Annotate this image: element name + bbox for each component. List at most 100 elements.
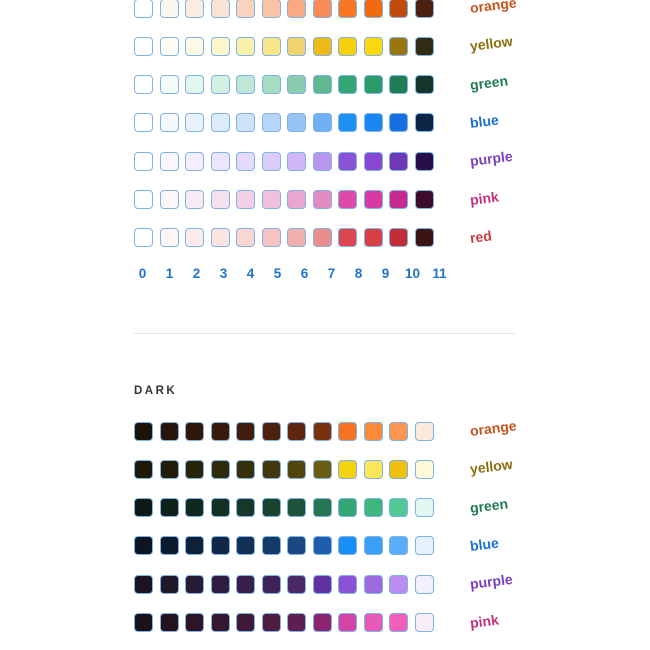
color-swatch[interactable] xyxy=(236,0,255,18)
color-swatch[interactable] xyxy=(159,613,179,632)
color-swatch[interactable] xyxy=(363,574,383,594)
color-swatch[interactable] xyxy=(312,151,332,171)
color-swatch[interactable] xyxy=(261,36,281,56)
color-swatch[interactable] xyxy=(312,36,332,56)
color-swatch[interactable] xyxy=(134,613,153,632)
color-swatch[interactable] xyxy=(236,613,255,632)
color-swatch[interactable] xyxy=(414,613,434,632)
color-swatch[interactable] xyxy=(134,574,153,594)
color-swatch[interactable] xyxy=(338,613,357,632)
color-swatch[interactable] xyxy=(389,151,408,171)
color-swatch[interactable] xyxy=(236,498,255,518)
color-swatch[interactable] xyxy=(287,228,306,248)
color-swatch[interactable] xyxy=(134,459,153,479)
color-swatch[interactable] xyxy=(236,113,255,133)
color-swatch[interactable] xyxy=(261,113,281,133)
color-swatch[interactable] xyxy=(261,151,281,171)
color-swatch[interactable] xyxy=(338,536,357,556)
color-swatch[interactable] xyxy=(159,113,179,133)
color-swatch[interactable] xyxy=(312,536,332,556)
color-swatch[interactable] xyxy=(134,113,153,133)
color-swatch[interactable] xyxy=(236,36,255,56)
color-swatch[interactable] xyxy=(185,190,204,209)
color-swatch[interactable] xyxy=(185,498,204,518)
color-swatch[interactable] xyxy=(414,75,434,95)
color-swatch[interactable] xyxy=(261,498,281,518)
color-swatch[interactable] xyxy=(134,36,153,56)
color-swatch[interactable] xyxy=(210,574,230,594)
color-swatch[interactable] xyxy=(312,190,332,209)
color-swatch[interactable] xyxy=(363,36,383,56)
color-swatch[interactable] xyxy=(389,459,408,479)
color-swatch[interactable] xyxy=(338,0,357,18)
color-swatch[interactable] xyxy=(159,151,179,171)
color-swatch[interactable] xyxy=(312,113,332,133)
color-swatch[interactable] xyxy=(261,459,281,479)
color-swatch[interactable] xyxy=(363,75,383,95)
color-swatch[interactable] xyxy=(261,75,281,95)
color-swatch[interactable] xyxy=(185,459,204,479)
color-swatch[interactable] xyxy=(261,613,281,632)
color-swatch[interactable] xyxy=(338,459,357,479)
color-swatch[interactable] xyxy=(287,0,306,18)
color-swatch[interactable] xyxy=(134,421,153,441)
color-swatch[interactable] xyxy=(389,0,408,18)
color-swatch[interactable] xyxy=(338,421,357,441)
color-swatch[interactable] xyxy=(236,75,255,95)
color-swatch[interactable] xyxy=(236,459,255,479)
color-swatch[interactable] xyxy=(287,113,306,133)
color-swatch[interactable] xyxy=(338,228,357,248)
color-swatch[interactable] xyxy=(312,0,332,18)
color-swatch[interactable] xyxy=(210,613,230,632)
color-swatch[interactable] xyxy=(185,0,204,18)
color-swatch[interactable] xyxy=(363,536,383,556)
color-swatch[interactable] xyxy=(312,613,332,632)
color-swatch[interactable] xyxy=(363,459,383,479)
color-swatch[interactable] xyxy=(389,75,408,95)
color-swatch[interactable] xyxy=(287,459,306,479)
color-swatch[interactable] xyxy=(363,498,383,518)
color-swatch[interactable] xyxy=(287,75,306,95)
color-swatch[interactable] xyxy=(134,0,153,18)
color-swatch[interactable] xyxy=(134,536,153,556)
color-swatch[interactable] xyxy=(185,151,204,171)
color-swatch[interactable] xyxy=(236,151,255,171)
color-swatch[interactable] xyxy=(185,421,204,441)
color-swatch[interactable] xyxy=(312,459,332,479)
color-swatch[interactable] xyxy=(414,113,434,133)
color-swatch[interactable] xyxy=(159,36,179,56)
color-swatch[interactable] xyxy=(159,536,179,556)
color-swatch[interactable] xyxy=(210,36,230,56)
color-swatch[interactable] xyxy=(414,421,434,441)
color-swatch[interactable] xyxy=(414,459,434,479)
color-swatch[interactable] xyxy=(134,151,153,171)
color-swatch[interactable] xyxy=(236,536,255,556)
color-swatch[interactable] xyxy=(236,574,255,594)
color-swatch[interactable] xyxy=(414,574,434,594)
color-swatch[interactable] xyxy=(414,498,434,518)
color-swatch[interactable] xyxy=(414,536,434,556)
color-swatch[interactable] xyxy=(210,75,230,95)
color-swatch[interactable] xyxy=(312,75,332,95)
color-swatch[interactable] xyxy=(338,36,357,56)
color-swatch[interactable] xyxy=(261,0,281,18)
color-swatch[interactable] xyxy=(210,228,230,248)
color-swatch[interactable] xyxy=(261,536,281,556)
color-swatch[interactable] xyxy=(414,36,434,56)
color-swatch[interactable] xyxy=(363,0,383,18)
color-swatch[interactable] xyxy=(185,574,204,594)
color-swatch[interactable] xyxy=(236,190,255,209)
color-swatch[interactable] xyxy=(185,228,204,248)
color-swatch[interactable] xyxy=(363,613,383,632)
color-swatch[interactable] xyxy=(287,36,306,56)
color-swatch[interactable] xyxy=(261,228,281,248)
color-swatch[interactable] xyxy=(338,75,357,95)
color-swatch[interactable] xyxy=(159,0,179,18)
color-swatch[interactable] xyxy=(210,459,230,479)
color-swatch[interactable] xyxy=(287,421,306,441)
color-swatch[interactable] xyxy=(261,574,281,594)
color-swatch[interactable] xyxy=(338,574,357,594)
color-swatch[interactable] xyxy=(389,498,408,518)
color-swatch[interactable] xyxy=(210,190,230,209)
color-swatch[interactable] xyxy=(185,113,204,133)
